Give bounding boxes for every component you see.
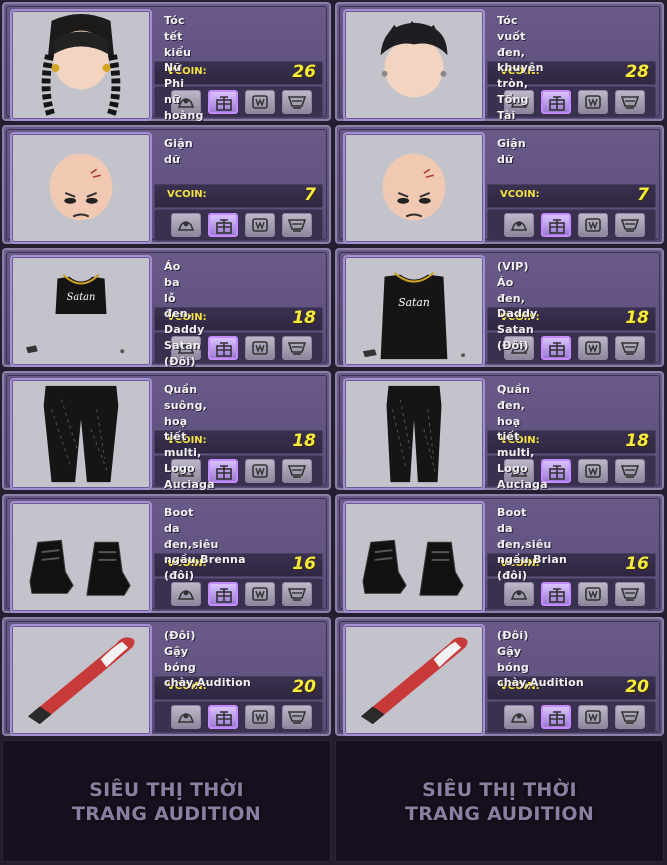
- price-value: 7: [637, 185, 649, 205]
- wardrobe-button[interactable]: [578, 582, 608, 606]
- item-card[interactable]: (Đôi) Gậy bóng chày,Audition VCOIN: 20: [2, 617, 331, 736]
- price-value: 20: [625, 677, 649, 697]
- cart-button[interactable]: [615, 90, 645, 114]
- item-name: (Đôi) Gậy bóng chày,Audition: [497, 629, 584, 690]
- item-card[interactable]: (Đôi) Gậy bóng chày,Audition VCOIN: 20: [335, 617, 664, 736]
- item-card[interactable]: Boot da đen,siêu ngầu,Brian (đôi) VCOIN:…: [335, 494, 664, 613]
- action-buttons: [487, 209, 656, 241]
- item-name: Tóc vuốt đen, khuyên tròn, Tổng Tài: [497, 14, 544, 122]
- try-on-button[interactable]: [171, 213, 201, 237]
- item-thumbnail[interactable]: [343, 132, 485, 244]
- item-name: Giận dữ: [164, 137, 193, 166]
- cart-button[interactable]: [615, 336, 645, 360]
- item-card[interactable]: Quần đen, hoạ tiết multi, Logo Auciaga V…: [335, 371, 664, 491]
- item-card[interactable]: Tóc vuốt đen, khuyên tròn, Tổng Tài VCOI…: [335, 2, 664, 122]
- item-card[interactable]: Satan Áo ba lỗ đen, Daddy Satan (Đôi) VC…: [2, 248, 331, 368]
- cart-button[interactable]: [615, 213, 645, 237]
- item-card[interactable]: Quần suông, hoạ tiết multi, Logo Auciaga…: [2, 371, 331, 491]
- banner-line2: TRANG AUDITION: [71, 803, 262, 825]
- item-thumbnail[interactable]: [343, 378, 485, 490]
- price-value: 18: [292, 308, 316, 328]
- item-name: Boot da đen,siêu ngầu,Brenna (đôi): [164, 506, 246, 583]
- gift-button[interactable]: [541, 213, 571, 237]
- price-value: 18: [625, 308, 649, 328]
- try-on-button[interactable]: [504, 705, 534, 729]
- action-buttons: [154, 701, 323, 733]
- item-name: Áo ba lỗ đen, Daddy Satan (Đôi): [164, 260, 205, 368]
- try-on-button[interactable]: [504, 213, 534, 237]
- price-value: 28: [625, 62, 649, 82]
- cart-button[interactable]: [615, 582, 645, 606]
- cart-button[interactable]: [615, 705, 645, 729]
- banner-line1: SIÊU THỊ THỜI: [422, 779, 577, 801]
- item-name: (VIP) Áo đen, Daddy Satan (Đôi): [497, 260, 538, 352]
- item-name: Boot da đen,siêu ngầu,Brian (đôi): [497, 506, 567, 583]
- price-value: 18: [292, 431, 316, 451]
- item-name: Quần đen, hoạ tiết multi, Logo Auciaga: [497, 383, 548, 491]
- price-value: 20: [292, 677, 316, 697]
- price-value: 16: [625, 554, 649, 574]
- wardrobe-button[interactable]: [578, 705, 608, 729]
- price-label: VCOIN:: [167, 189, 207, 200]
- wardrobe-button[interactable]: [578, 213, 608, 237]
- item-thumbnail[interactable]: Satan: [10, 255, 152, 367]
- cart-button[interactable]: [282, 705, 312, 729]
- banner-line2: TRANG AUDITION: [404, 803, 595, 825]
- item-thumbnail[interactable]: [10, 624, 152, 736]
- cart-button[interactable]: [282, 90, 312, 114]
- svg-text:Satan: Satan: [398, 296, 430, 309]
- item-thumbnail[interactable]: [343, 9, 485, 121]
- price-label: VCOIN:: [500, 189, 540, 200]
- item-card[interactable]: Boot da đen,siêu ngầu,Brenna (đôi) VCOIN…: [2, 494, 331, 613]
- try-on-button[interactable]: [171, 582, 201, 606]
- gift-button[interactable]: [541, 582, 571, 606]
- item-thumbnail[interactable]: [343, 501, 485, 613]
- wardrobe-button[interactable]: [245, 582, 275, 606]
- item-thumbnail[interactable]: [343, 624, 485, 736]
- cart-button[interactable]: [282, 582, 312, 606]
- item-thumbnail[interactable]: [10, 9, 152, 121]
- price-value: 18: [625, 431, 649, 451]
- price-value: 7: [304, 185, 316, 205]
- banner-line1: SIÊU THỊ THỜI: [89, 779, 244, 801]
- action-buttons: [487, 701, 656, 733]
- shop-banner: SIÊU THỊ THỜI TRANG AUDITION: [335, 740, 664, 862]
- cart-button[interactable]: [282, 459, 312, 483]
- gift-button[interactable]: [541, 705, 571, 729]
- item-thumbnail[interactable]: [10, 501, 152, 613]
- price-value: 16: [292, 554, 316, 574]
- cart-button[interactable]: [615, 459, 645, 483]
- item-card[interactable]: Giận dữ VCOIN: 7: [2, 125, 331, 244]
- item-name: Quần suông, hoạ tiết multi, Logo Auciaga: [164, 383, 215, 491]
- try-on-button[interactable]: [504, 582, 534, 606]
- item-name: Giận dữ: [497, 137, 526, 166]
- action-buttons: [154, 209, 323, 241]
- cart-button[interactable]: [282, 213, 312, 237]
- item-thumbnail[interactable]: [10, 132, 152, 244]
- item-thumbnail[interactable]: Satan: [343, 255, 485, 367]
- gift-button[interactable]: [208, 705, 238, 729]
- svg-text:Satan: Satan: [67, 292, 96, 303]
- item-name: Tóc tết kiểu Nữ Phi nữ hoàng: [164, 14, 204, 122]
- price-bar: VCOIN: 7: [154, 184, 323, 208]
- wardrobe-button[interactable]: [245, 213, 275, 237]
- gift-button[interactable]: [208, 582, 238, 606]
- try-on-button[interactable]: [171, 705, 201, 729]
- cart-button[interactable]: [282, 336, 312, 360]
- shop-grid: Tóc tết kiểu Nữ Phi nữ hoàng VCOIN: 26 T…: [0, 0, 667, 865]
- price-value: 26: [292, 62, 316, 82]
- wardrobe-button[interactable]: [245, 705, 275, 729]
- item-card[interactable]: Satan (VIP) Áo đen, Daddy Satan (Đôi) VC…: [335, 248, 664, 367]
- price-bar: VCOIN: 7: [487, 184, 656, 208]
- item-thumbnail[interactable]: [10, 378, 152, 490]
- item-name: (Đôi) Gậy bóng chày,Audition: [164, 629, 251, 690]
- item-card[interactable]: Tóc tết kiểu Nữ Phi nữ hoàng VCOIN: 26: [2, 2, 331, 122]
- shop-banner: SIÊU THỊ THỜI TRANG AUDITION: [2, 740, 331, 862]
- item-card[interactable]: Giận dữ VCOIN: 7: [335, 125, 664, 244]
- gift-button[interactable]: [208, 213, 238, 237]
